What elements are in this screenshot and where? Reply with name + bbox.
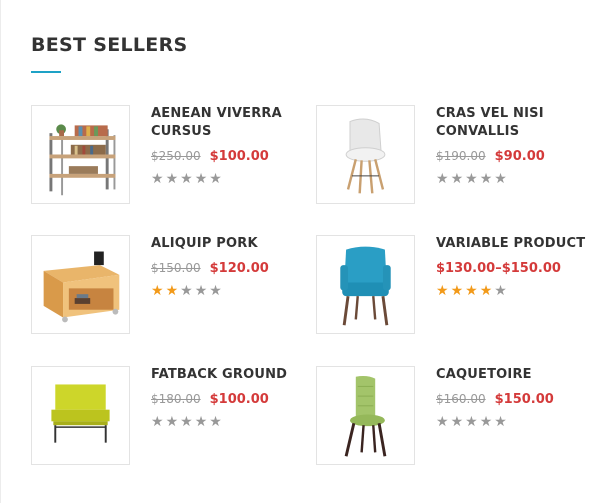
star-icon: ★ [436,171,451,187]
star-icon: ★ [194,283,210,299]
side-table-icon [43,251,120,323]
shelf-icon [49,124,116,196]
product-name[interactable]: ALIQUIP PORK [151,235,301,253]
blue-armchair-icon [340,246,391,326]
product-price: $250.00 $100.00 [151,148,301,165]
star-icon: ★ [165,414,181,430]
page-left-border [0,0,1,503]
old-price: $160.00 [436,392,486,406]
product-name[interactable]: VARIABLE PRODUCT [436,235,586,253]
price-range: $130.00–$150.00 [436,261,561,276]
star-rating: ★★★★★ [151,414,301,430]
star-icon: ★ [479,283,495,299]
star-icon: ★ [165,283,181,299]
product-card: CAQUETOIRE $160.00 $150.00 ★★★★★ [316,366,586,471]
star-icon: ★ [194,414,210,430]
product-price: $160.00 $150.00 [436,391,586,408]
product-thumbnail[interactable] [316,366,415,465]
old-price: $150.00 [151,261,201,275]
title-underline [31,71,61,73]
star-icon: ★ [151,283,166,299]
star-rating: ★★★★★ [436,171,586,187]
white-chair-icon [345,118,386,194]
product-thumbnail[interactable] [31,366,130,465]
product-price: $190.00 $90.00 [436,148,586,165]
old-price: $180.00 [151,392,201,406]
product-price: $150.00 $120.00 [151,260,301,277]
product-card: CRAS VEL NISI CONVALLIS $190.00 $90.00 ★★… [316,105,586,210]
star-icon: ★ [151,171,166,187]
star-rating: ★★★★★ [151,283,301,299]
star-icon: ★ [450,283,466,299]
star-icon: ★ [180,283,195,299]
star-icon: ★ [465,171,480,187]
product-card: ALIQUIP PORK $150.00 $120.00 ★★★★★ [31,235,301,340]
star-icon: ★ [151,414,166,430]
product-card: FATBACK GROUND $180.00 $100.00 ★★★★★ [31,366,301,471]
star-icon: ★ [479,414,495,430]
sale-price: $150.00 [494,392,554,407]
product-price: $180.00 $100.00 [151,391,301,408]
star-icon: ★ [479,171,495,187]
sale-price: $120.00 [209,261,269,276]
star-rating: ★★★★★ [151,171,301,187]
sale-price: $100.00 [209,392,269,407]
product-name[interactable]: CAQUETOIRE [436,366,586,384]
star-icon: ★ [450,414,466,430]
star-icon: ★ [436,414,451,430]
product-card: AENEAN VIVERRA CURSUS $250.00 $100.00 ★★★… [31,105,301,210]
old-price: $250.00 [151,149,201,163]
product-card: VARIABLE PRODUCT $130.00–$150.00 ★★★★★ [316,235,586,340]
star-icon: ★ [465,283,480,299]
yellow-bench-icon [51,384,110,443]
sale-price: $100.00 [209,149,269,164]
star-icon: ★ [209,171,224,187]
star-icon: ★ [494,171,509,187]
star-icon: ★ [209,414,224,430]
product-name[interactable]: FATBACK GROUND [151,366,301,384]
star-rating: ★★★★★ [436,283,586,299]
product-thumbnail[interactable] [31,235,130,334]
star-icon: ★ [180,414,195,430]
star-rating: ★★★★★ [436,414,586,430]
product-thumbnail[interactable] [316,235,415,334]
star-icon: ★ [450,171,466,187]
star-icon: ★ [465,414,480,430]
product-price: $130.00–$150.00 [436,260,586,277]
product-name[interactable]: CRAS VEL NISI CONVALLIS [436,105,586,141]
old-price: $190.00 [436,149,486,163]
star-icon: ★ [436,283,451,299]
star-icon: ★ [209,283,224,299]
star-icon: ★ [180,171,195,187]
sale-price: $90.00 [494,149,545,164]
green-chair-icon [344,376,387,457]
product-thumbnail[interactable] [316,105,415,204]
product-thumbnail[interactable] [31,105,130,204]
product-name[interactable]: AENEAN VIVERRA CURSUS [151,105,301,141]
star-icon: ★ [194,171,210,187]
section-title: BEST SELLERS [31,34,188,56]
star-icon: ★ [494,414,509,430]
star-icon: ★ [165,171,181,187]
star-icon: ★ [494,283,509,299]
